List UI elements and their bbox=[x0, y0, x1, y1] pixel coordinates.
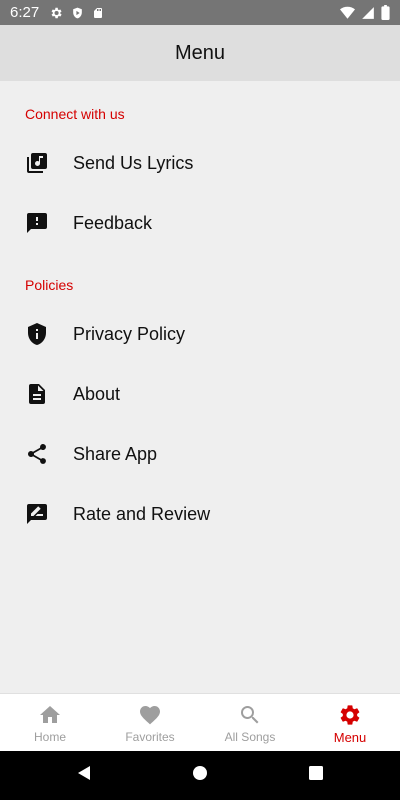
home-circle-icon bbox=[192, 765, 208, 786]
menu-item-label: Privacy Policy bbox=[73, 323, 186, 344]
rate-review-icon bbox=[25, 502, 49, 526]
menu-item-label: Rate and Review bbox=[73, 503, 211, 524]
nav-label: Favorites bbox=[125, 730, 175, 744]
system-nav-bar bbox=[0, 751, 400, 800]
nav-label: Home bbox=[33, 730, 66, 744]
menu-item-privacy-policy[interactable]: Privacy Policy bbox=[0, 306, 400, 362]
section-title-connect: Connect with us bbox=[25, 106, 125, 122]
shield-notification-icon bbox=[71, 6, 84, 20]
nav-item-all-songs[interactable]: All Songs bbox=[200, 694, 300, 751]
battery-icon bbox=[381, 5, 390, 20]
section-title-policies: Policies bbox=[25, 277, 74, 293]
gear-icon bbox=[338, 703, 362, 727]
menu-item-label: Feedback bbox=[73, 212, 153, 233]
recents-square-icon bbox=[309, 766, 323, 785]
settings-notification-icon bbox=[49, 6, 63, 20]
back-button[interactable] bbox=[54, 751, 114, 800]
menu-content: Connect with us Send Us Lyrics Feedback … bbox=[0, 81, 400, 693]
home-system-button[interactable] bbox=[170, 751, 230, 800]
share-icon bbox=[25, 442, 49, 466]
signal-icon bbox=[361, 6, 375, 20]
status-time: 6:27 bbox=[10, 4, 40, 21]
page-title: Menu bbox=[174, 41, 226, 64]
search-icon bbox=[238, 703, 262, 727]
menu-item-label: Share App bbox=[73, 443, 158, 464]
nav-label: All Songs bbox=[224, 730, 276, 744]
home-icon bbox=[38, 703, 62, 727]
nav-label: Menu bbox=[333, 729, 367, 745]
feedback-icon bbox=[25, 211, 49, 235]
status-bar: 6:27 bbox=[0, 0, 400, 25]
recents-button[interactable] bbox=[286, 751, 346, 800]
sd-card-notification-icon bbox=[92, 6, 104, 20]
menu-item-feedback[interactable]: Feedback bbox=[0, 195, 400, 251]
bottom-nav: Home Favorites All Songs Menu bbox=[0, 693, 400, 751]
menu-item-share-app[interactable]: Share App bbox=[0, 426, 400, 482]
menu-item-label: About bbox=[73, 383, 121, 404]
music-library-icon bbox=[25, 151, 49, 175]
heart-icon bbox=[138, 703, 162, 727]
app-header: Menu bbox=[0, 25, 400, 81]
menu-item-label: Send Us Lyrics bbox=[73, 152, 194, 173]
document-icon bbox=[25, 382, 49, 406]
nav-item-menu[interactable]: Menu bbox=[300, 694, 400, 751]
nav-item-favorites[interactable]: Favorites bbox=[100, 694, 200, 751]
menu-item-send-lyrics[interactable]: Send Us Lyrics bbox=[0, 135, 400, 191]
nav-item-home[interactable]: Home bbox=[0, 694, 100, 751]
wifi-icon bbox=[340, 6, 355, 19]
menu-item-rate-review[interactable]: Rate and Review bbox=[0, 486, 400, 542]
shield-info-icon bbox=[25, 322, 49, 346]
back-triangle-icon bbox=[76, 765, 92, 786]
menu-item-about[interactable]: About bbox=[0, 366, 400, 422]
